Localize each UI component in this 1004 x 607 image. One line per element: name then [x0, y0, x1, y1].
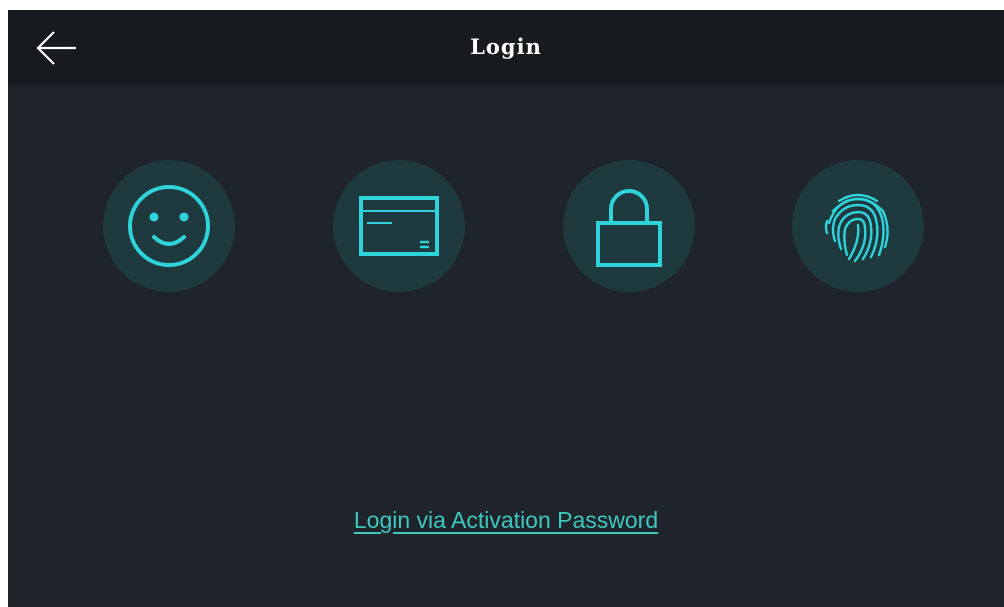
padlock-icon [596, 189, 662, 267]
credit-card-icon [359, 196, 439, 256]
title-bar: Login [8, 10, 1004, 85]
fingerprint-login-button[interactable] [792, 160, 924, 292]
page-title: Login [470, 34, 542, 59]
smiley-face-icon [128, 185, 210, 267]
activation-link-container: Login via Activation Password [8, 507, 1004, 534]
card-login-button[interactable] [333, 160, 465, 292]
face-login-button[interactable] [103, 160, 235, 292]
password-login-button[interactable] [563, 160, 695, 292]
login-via-activation-password-link[interactable]: Login via Activation Password [354, 507, 658, 533]
login-screen: Login Login via Activation Password [8, 10, 1004, 607]
fingerprint-icon [824, 193, 889, 263]
